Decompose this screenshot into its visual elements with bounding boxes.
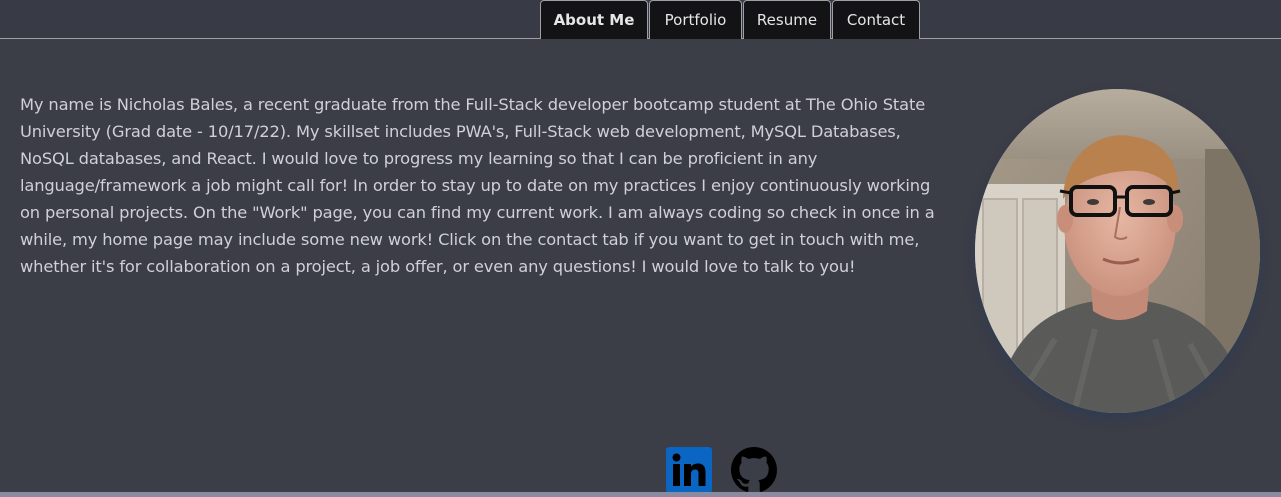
github-icon[interactable] [731,447,777,493]
main-nav: About Me Portfolio Resume Contact [540,0,921,39]
tab-contact[interactable]: Contact [832,0,920,39]
tab-about-me[interactable]: About Me [540,0,648,39]
profile-photo [975,89,1260,413]
top-nav-bar: About Me Portfolio Resume Contact [0,0,1281,39]
page: About Me Portfolio Resume Contact My nam… [0,0,1281,497]
linkedin-icon[interactable] [666,447,712,493]
tab-resume[interactable]: Resume [743,0,831,39]
footer-divider [0,492,1281,497]
social-links [666,447,777,493]
profile-photo-image [975,89,1260,413]
about-bio-text: My name is Nicholas Bales, a recent grad… [20,95,935,276]
tab-portfolio[interactable]: Portfolio [649,0,742,39]
